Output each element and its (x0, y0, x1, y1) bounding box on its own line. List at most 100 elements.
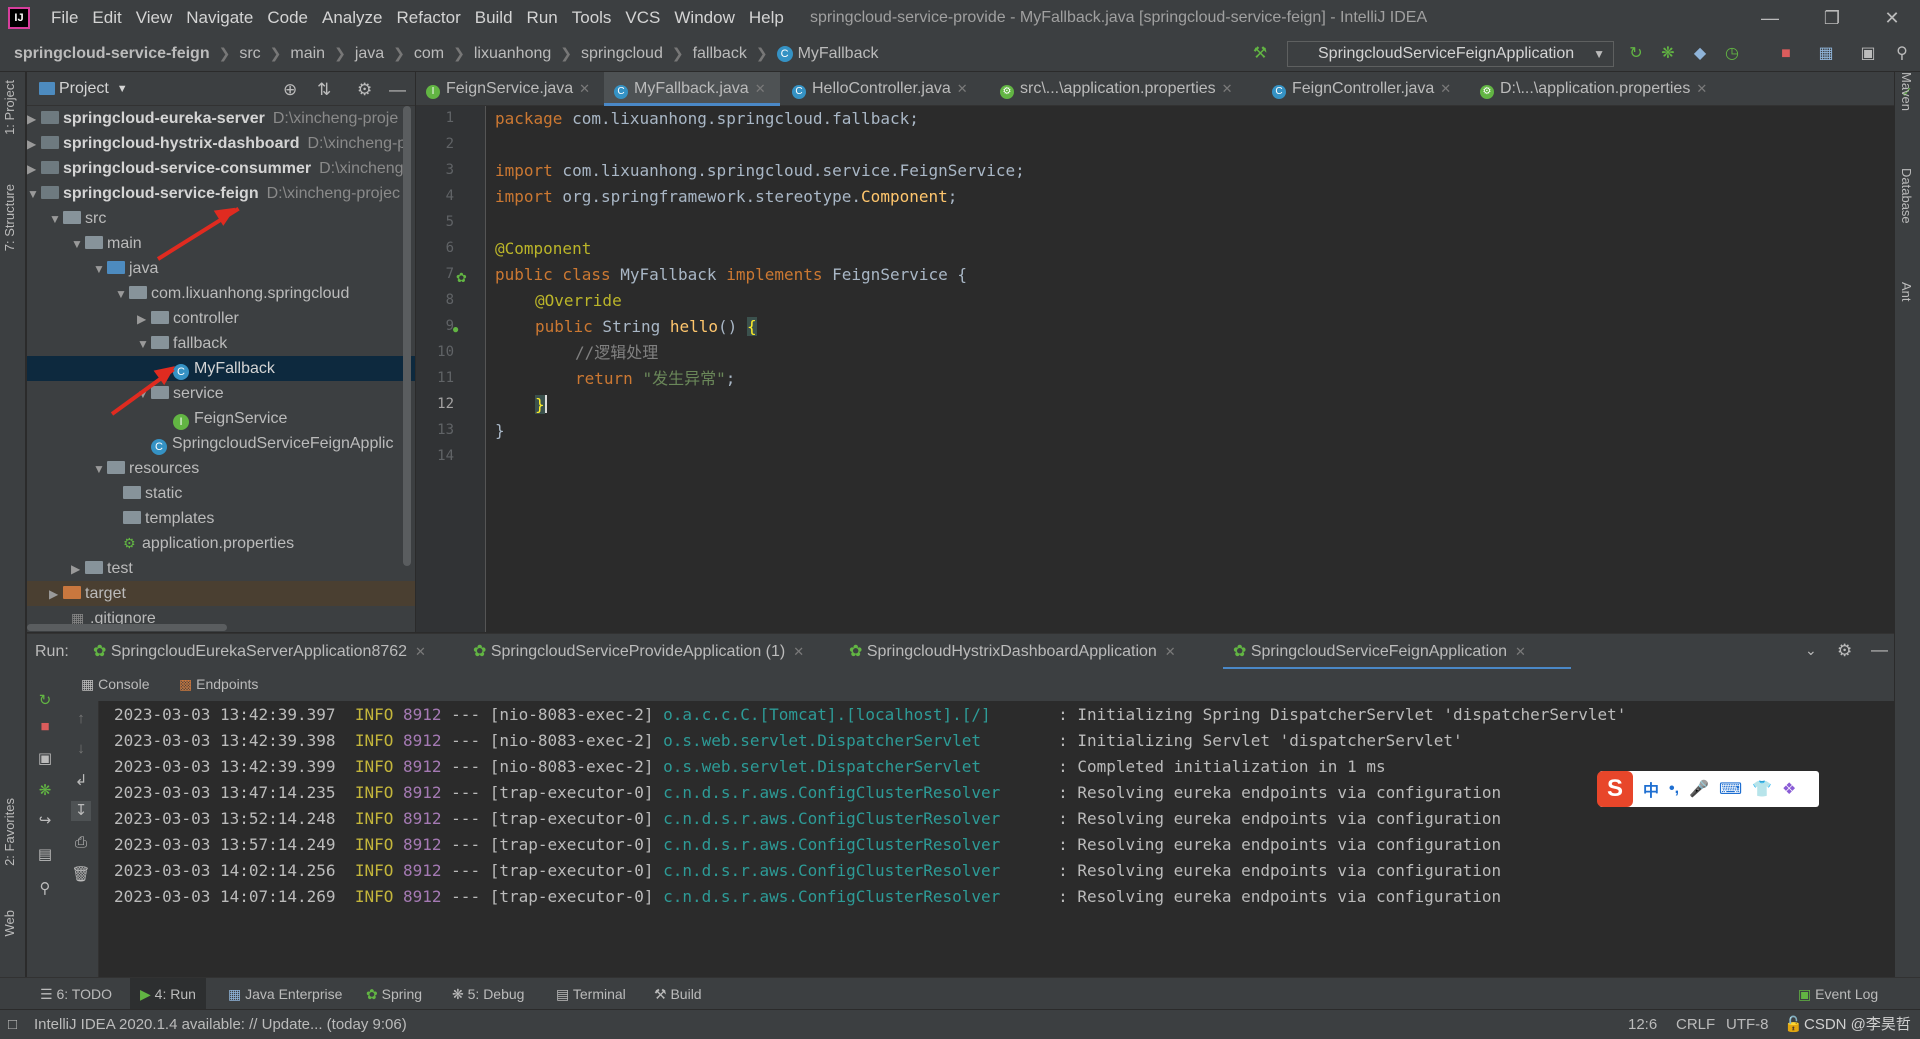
scroll-to-end-icon[interactable]: ↧ (71, 801, 91, 821)
rerun-icon[interactable]: ↻ (35, 691, 55, 711)
keyboard-icon[interactable]: ⌨ (1719, 779, 1742, 799)
menu-view[interactable]: View (129, 8, 180, 28)
tool-tab-java-enterprise[interactable]: ▦ Java Enterprise (228, 978, 342, 1010)
chevron-down-icon[interactable]: ⌄ (1805, 642, 1817, 659)
menu-run[interactable]: Run (520, 8, 565, 28)
hide-icon[interactable]: — (389, 80, 406, 100)
tab-favorites[interactable]: 2: Favorites (2, 798, 17, 866)
soft-wrap-icon[interactable]: ↲ (71, 771, 91, 791)
tool-tab-spring[interactable]: ✿ Spring (366, 978, 422, 1010)
console-output[interactable]: 2023-03-03 13:42:39.397 INFO 8912 --- [n… (100, 701, 1894, 977)
profile-icon[interactable]: ◷ (1722, 44, 1742, 64)
breadcrumb-item[interactable]: springcloud (581, 45, 663, 63)
hide-icon[interactable]: — (1871, 640, 1888, 660)
implements-marker-icon[interactable]: ● (452, 322, 459, 336)
tree-item[interactable]: ▼ service (27, 381, 415, 406)
project-structure-icon[interactable]: ▦ (1816, 44, 1836, 64)
chevron-down-icon[interactable]: ▼ (117, 83, 128, 95)
tree-item[interactable]: ▼ resources (27, 456, 415, 481)
lock-icon[interactable]: 🔓 (1784, 1010, 1803, 1039)
pin-icon[interactable]: ⚲ (35, 879, 55, 899)
tab-maven[interactable]: Maven (1899, 72, 1914, 111)
breadcrumb-item[interactable]: lixuanhong (474, 45, 551, 63)
locate-icon[interactable]: ⊕ (283, 80, 297, 100)
tab-feigncontroller[interactable]: C FeignController.java ✕ (1262, 72, 1468, 106)
tab-web[interactable]: Web (2, 910, 17, 937)
tab-ant[interactable]: Ant (1899, 282, 1914, 302)
tree-item[interactable]: ▼ main (27, 231, 415, 256)
tab-src-application-properties[interactable]: ⚙ src\...\application.properties ✕ (990, 72, 1260, 106)
sogou-logo-icon[interactable]: S (1597, 771, 1633, 807)
subtab-endpoints[interactable]: ▩ Endpoints (179, 676, 258, 693)
menu-window[interactable]: Window (667, 8, 741, 28)
mic-icon[interactable]: 🎤 (1689, 779, 1709, 799)
tree-item[interactable]: C SpringcloudServiceFeignApplic (27, 431, 415, 456)
tree-item[interactable]: ▶ target (27, 581, 415, 606)
breadcrumb-item[interactable]: com (414, 45, 444, 63)
tab-myfallback[interactable]: C MyFallback.java ✕ (604, 72, 780, 106)
tool-tab-event-log[interactable]: ▣ Event Log (1798, 978, 1878, 1010)
apps-icon[interactable]: ❖ (1782, 779, 1796, 799)
minimize-icon[interactable]: — (1758, 6, 1782, 30)
hammer-icon[interactable]: ⚒ (1250, 44, 1270, 64)
tree-item-selected[interactable]: C MyFallback (27, 356, 415, 381)
breadcrumb-item[interactable]: MyFallback (798, 45, 879, 63)
tool-tab-debug[interactable]: ❋ 5: Debug (452, 978, 524, 1010)
stop-icon[interactable]: ■ (1776, 44, 1796, 64)
status-panel-icon[interactable]: □ (8, 1010, 17, 1039)
code-editor[interactable]: package com.lixuanhong.springcloud.fallb… (487, 106, 1894, 632)
ime-mode-toggle[interactable]: 中 (1643, 777, 1659, 801)
tab-feignservice[interactable]: I FeignService.java ✕ (416, 72, 602, 106)
gear-icon[interactable]: ⚙ (357, 80, 372, 100)
menu-tools[interactable]: Tools (565, 8, 619, 28)
tree-item[interactable]: I FeignService (27, 406, 415, 431)
breadcrumb-item[interactable]: src (239, 45, 260, 63)
run-config-select[interactable]: SpringcloudServiceFeignApplication ▼ (1287, 41, 1614, 67)
search-icon[interactable]: ⚲ (1892, 44, 1912, 64)
tree-item[interactable]: ▼ fallback (27, 331, 415, 356)
run-tab-eureka[interactable]: ✿ SpringcloudEurekaServerApplication8762… (93, 634, 426, 670)
run-tab-provide[interactable]: ✿ SpringcloudServiceProvideApplication (… (473, 634, 804, 670)
menu-analyze[interactable]: Analyze (315, 8, 389, 28)
tab-hellocontroller[interactable]: C HelloController.java ✕ (782, 72, 988, 106)
menu-vcs[interactable]: VCS (618, 8, 667, 28)
rerun-icon[interactable]: ↻ (1626, 44, 1646, 64)
camera-icon[interactable]: ▣ (35, 749, 55, 769)
tool-tab-todo[interactable]: ☰ 6: TODO (40, 978, 112, 1010)
tool-tab-run[interactable]: ▶ 4: Run (130, 978, 206, 1010)
trash-icon[interactable]: 🗑 (71, 865, 91, 885)
gear-icon[interactable]: ⚙ (1837, 641, 1852, 661)
tab-d-application-properties[interactable]: ⚙ D:\...\application.properties ✕ (1470, 72, 1730, 106)
tree-item[interactable]: static (27, 481, 415, 506)
scrollbar-horizontal[interactable] (27, 624, 227, 631)
layout-icon[interactable]: ▤ (35, 845, 55, 865)
tab-structure[interactable]: 7: Structure (2, 184, 17, 251)
arrow-down-icon[interactable]: ↓ (71, 739, 91, 759)
collapse-all-icon[interactable]: ⇅ (317, 80, 331, 100)
tool-tab-build[interactable]: ⚒ Build (654, 978, 702, 1010)
tree-item[interactable]: ▼ java (27, 256, 415, 281)
tree-item[interactable]: ▶ springcloud-service-consummer D:\xinchen… (27, 156, 415, 181)
coverage-icon[interactable]: ◆ (1690, 44, 1710, 64)
breadcrumb-item[interactable]: java (355, 45, 384, 63)
tab-database[interactable]: Database (1899, 168, 1914, 224)
ime-toolbar[interactable]: S 中 •, 🎤 ⌨ 👕 ❖ (1597, 771, 1819, 807)
tree-item[interactable]: ▶ test (27, 556, 415, 581)
run-tab-feign[interactable]: ✿ SpringcloudServiceFeignApplication ✕ (1223, 634, 1571, 670)
stop-icon[interactable]: ■ (35, 717, 55, 737)
restore-icon[interactable]: ❐ (1820, 6, 1844, 30)
spring-bean-icon[interactable]: ✿ (456, 270, 467, 286)
tree-item[interactable]: ▼ com.lixuanhong.springcloud (27, 281, 415, 306)
exit-icon[interactable]: ↪ (35, 811, 55, 831)
tree-item[interactable]: templates (27, 506, 415, 531)
status-message[interactable]: IntelliJ IDEA 2020.1.4 available: // Upd… (34, 1010, 407, 1039)
arrow-up-icon[interactable]: ↑ (71, 709, 91, 729)
scrollbar-vertical[interactable] (403, 106, 411, 566)
menu-file[interactable]: File (44, 8, 85, 28)
line-separator[interactable]: CRLF (1676, 1010, 1715, 1039)
menu-build[interactable]: Build (468, 8, 520, 28)
print-icon[interactable]: ⎙ (71, 833, 91, 853)
tree-item[interactable]: ▼ springcloud-service-feign D:\xincheng-pr… (27, 181, 415, 206)
layout-icon[interactable]: ▣ (1858, 44, 1878, 64)
breadcrumb-item[interactable]: fallback (693, 45, 747, 63)
